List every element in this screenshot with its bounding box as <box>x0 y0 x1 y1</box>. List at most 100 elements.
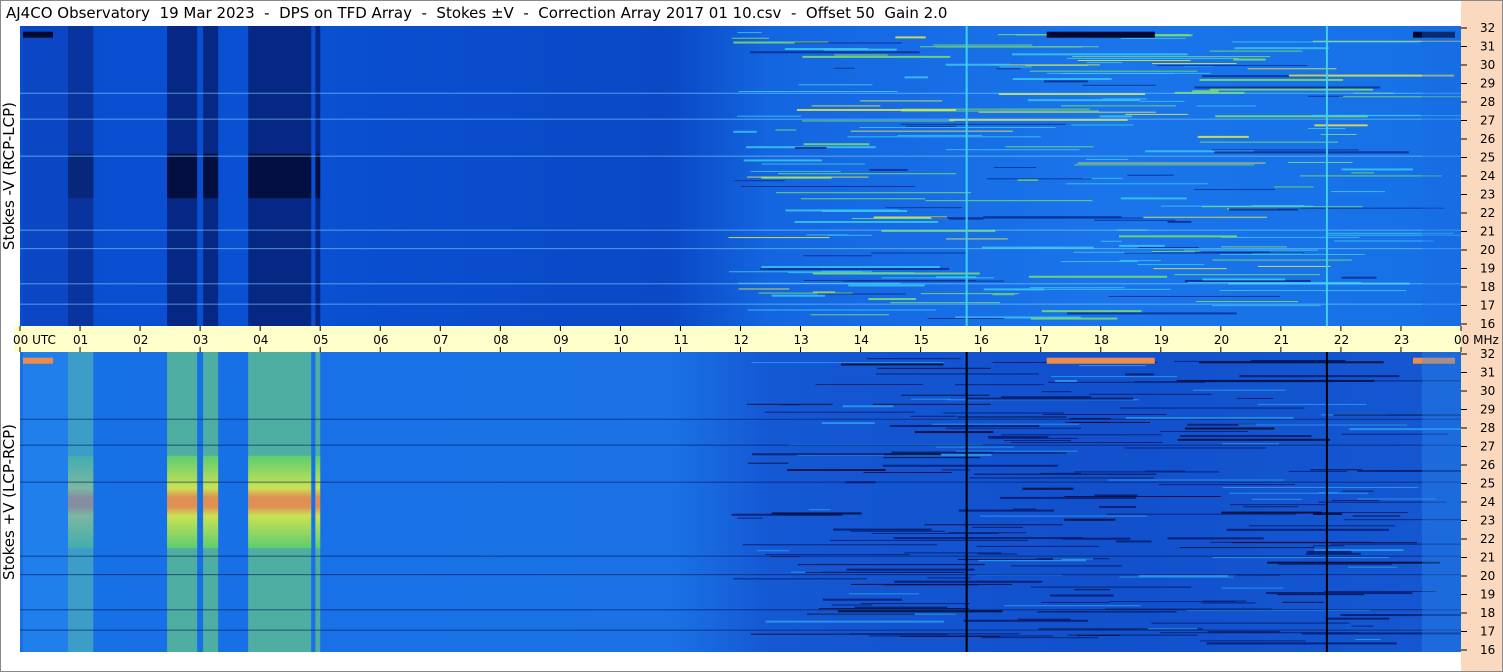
rfi-streak <box>890 302 1000 304</box>
freq-tick-label: 16 <box>1480 643 1495 657</box>
rfi-streak <box>1066 183 1208 185</box>
rfi-streak <box>738 288 790 290</box>
rfi-streak <box>801 120 955 122</box>
rfi-streak <box>1030 317 1118 320</box>
rfi-streak <box>1257 265 1331 267</box>
rfi-streak <box>894 580 1043 583</box>
rfi-streak <box>955 384 1044 386</box>
freq-tick-label: 29 <box>1480 403 1495 417</box>
rfi-streak <box>1195 301 1299 303</box>
rfi-streak <box>761 163 865 165</box>
rfi-streak <box>1278 563 1392 565</box>
time-tick-label: 11 <box>673 333 688 347</box>
rfi-streak <box>1119 576 1234 578</box>
burst-core <box>315 455 321 549</box>
rfi-streak <box>830 539 1028 541</box>
rfi-streak <box>842 280 1005 282</box>
interference-line <box>20 418 1461 420</box>
rfi-streak <box>1077 634 1120 636</box>
rfi-streak <box>1274 186 1314 188</box>
rfi-streak <box>1352 515 1401 517</box>
rfi-streak <box>851 583 1012 585</box>
rfi-streak <box>748 462 789 464</box>
rfi-streak <box>1222 486 1419 488</box>
rfi-streak <box>1206 642 1397 645</box>
rfi-streak <box>742 544 938 546</box>
rfi-streak <box>1102 98 1147 100</box>
freq-tick-label: 29 <box>1480 77 1495 91</box>
rfi-streak <box>1037 611 1177 613</box>
interference-line <box>20 629 1461 631</box>
freq-tick-label: 23 <box>1480 188 1495 202</box>
morning-block <box>23 352 94 652</box>
rfi-streak <box>784 514 834 516</box>
rfi-streak <box>1013 508 1037 510</box>
rfi-streak <box>1247 68 1337 70</box>
rfi-streak <box>1160 430 1248 432</box>
rfi-streak <box>1071 124 1134 126</box>
rfi-streak <box>955 450 1078 452</box>
rfi-streak <box>976 545 1100 547</box>
rfi-streak <box>1266 592 1413 595</box>
rfi-streak <box>757 550 790 552</box>
rfi-streak <box>1119 407 1305 409</box>
rfi-streak <box>1108 295 1280 297</box>
rfi-streak <box>1044 80 1089 83</box>
burst-core <box>203 153 219 199</box>
rfi-streak <box>1197 135 1249 138</box>
rfi-streak <box>833 67 855 69</box>
freq-tick-label: 26 <box>1480 132 1495 146</box>
rfi-streak <box>794 42 902 44</box>
rfi-streak <box>969 477 1155 479</box>
rfi-streak <box>927 577 971 579</box>
rfi-streak <box>1050 594 1114 597</box>
time-tick-label: 05 <box>313 333 328 347</box>
rfi-streak <box>988 437 1079 439</box>
rfi-streak <box>1127 174 1174 176</box>
rfi-streak <box>1001 434 1162 436</box>
rfi-streak <box>973 473 1157 475</box>
rfi-streak <box>978 111 1156 113</box>
rfi-streak <box>868 298 916 301</box>
rfi-streak <box>1041 601 1110 603</box>
rfi-streak <box>1221 511 1322 514</box>
rfi-streak <box>796 108 957 111</box>
rfi-streak <box>728 237 830 239</box>
interference-line <box>20 92 1461 94</box>
rfi-streak <box>1221 236 1360 238</box>
rfi-streak <box>1121 37 1186 39</box>
rfi-streak <box>1060 105 1176 107</box>
vertical-marker-line <box>965 352 968 652</box>
rfi-streak <box>1174 274 1320 276</box>
freq-tick-label: 18 <box>1480 606 1495 620</box>
rfi-streak <box>802 55 951 58</box>
rfi-streak <box>1106 513 1296 515</box>
rfi-streak <box>1152 251 1201 253</box>
rfi-streak <box>854 606 948 608</box>
rfi-streak <box>1099 115 1132 118</box>
rfi-streak <box>1194 86 1381 89</box>
rfi-streak <box>992 294 1015 296</box>
rfi-streak <box>1004 605 1141 607</box>
freq-tick-label: 28 <box>1480 95 1495 109</box>
rfi-streak <box>967 397 1134 400</box>
rfi-streak <box>883 457 980 459</box>
interference-line <box>20 248 1461 250</box>
rfi-streak <box>999 496 1137 499</box>
rfi-streak <box>1232 542 1417 544</box>
time-tick-label: 16 <box>974 333 989 347</box>
rfi-streak <box>1314 124 1368 127</box>
rfi-streak <box>1140 100 1185 102</box>
rfi-streak <box>891 451 994 454</box>
rfi-streak <box>776 192 972 194</box>
rfi-streak <box>738 90 898 92</box>
rfi-streak <box>945 63 1011 66</box>
rfi-streak <box>771 512 862 515</box>
rfi-streak <box>860 100 943 102</box>
top-edge-feature <box>23 31 54 38</box>
rfi-streak <box>1229 208 1299 211</box>
rfi-streak <box>758 292 853 294</box>
rfi-streak <box>861 603 970 605</box>
rfi-streak <box>1086 62 1123 64</box>
rfi-streak <box>877 367 991 369</box>
